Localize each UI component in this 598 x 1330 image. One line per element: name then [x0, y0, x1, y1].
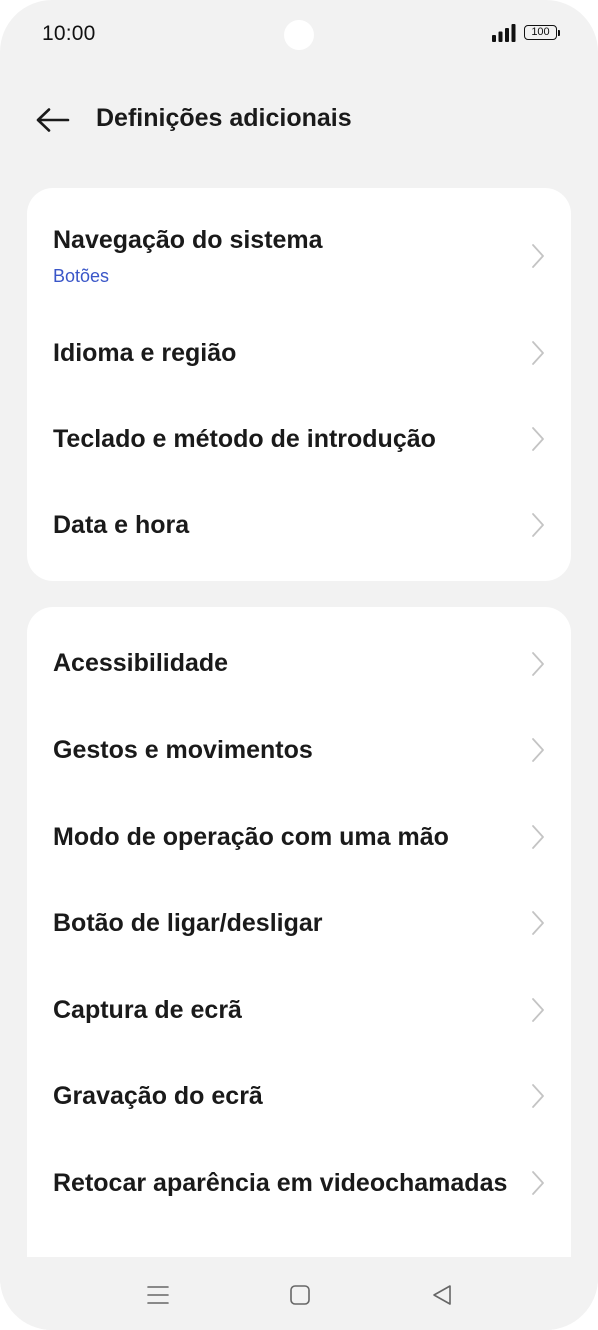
row-power-button[interactable]: Botão de ligar/desligar [27, 880, 571, 967]
back-triangle-icon [433, 1285, 451, 1305]
chevron-right-icon [532, 341, 544, 365]
row-label: Gravação do ecrã [53, 1082, 263, 1110]
battery-level: 100 [524, 25, 557, 40]
chevron-right-icon [532, 244, 544, 268]
row-one-handed-mode[interactable]: Modo de operação com uma mão [27, 794, 571, 880]
settings-group-2: Acessibilidade Gestos e movimentos Modo … [27, 607, 571, 1257]
row-label: Navegação do sistema [53, 226, 323, 254]
row-label: Data e hora [53, 511, 190, 539]
signal-icon [492, 24, 516, 42]
navigation-bar [0, 1257, 598, 1330]
back-nav-button[interactable] [424, 1277, 460, 1313]
row-label: Acessibilidade [53, 649, 229, 677]
battery-tip [558, 30, 560, 36]
chevron-right-icon [532, 825, 544, 849]
row-label: Gestos e movimentos [53, 736, 313, 764]
menu-icon [147, 1286, 169, 1304]
row-label: Botão de ligar/desligar [53, 909, 323, 937]
row-video-call-beautify[interactable]: Retocar aparência em videochamadas [27, 1140, 571, 1226]
row-label: Idioma e região [53, 339, 237, 367]
row-accessibility[interactable]: Acessibilidade [27, 621, 571, 707]
arrow-left-icon [36, 108, 70, 132]
chevron-right-icon [532, 1084, 544, 1108]
row-screen-recording[interactable]: Gravação do ecrã [27, 1053, 571, 1140]
row-label: Retocar aparência em videochamadas [53, 1169, 508, 1197]
row-label: Teclado e método de introdução [53, 425, 436, 453]
back-button[interactable] [30, 100, 76, 140]
home-button[interactable] [282, 1277, 318, 1313]
header: Definições adicionais [0, 90, 598, 150]
row-label: Captura de ecrã [53, 996, 242, 1024]
row-value: Botões [53, 266, 110, 286]
chevron-right-icon [532, 738, 544, 762]
row-screenshot[interactable]: Captura de ecrã [27, 967, 571, 1053]
row-date-time[interactable]: Data e hora [27, 486, 571, 572]
chevron-right-icon [532, 652, 544, 676]
row-label: Modo de operação com uma mão [53, 823, 449, 851]
row-system-navigation[interactable]: Navegação do sistema Botões [27, 188, 571, 313]
settings-group-1: Navegação do sistema Botões Idioma e reg… [27, 188, 571, 581]
chevron-right-icon [532, 513, 544, 537]
status-bar: 10:00 100 [0, 0, 598, 70]
status-time: 10:00 [42, 22, 96, 45]
chevron-right-icon [532, 1171, 544, 1195]
row-gestures-motions[interactable]: Gestos e movimentos [27, 707, 571, 794]
chevron-right-icon [532, 911, 544, 935]
home-icon [290, 1285, 310, 1305]
recent-apps-button[interactable] [140, 1277, 176, 1313]
row-keyboard-input[interactable]: Teclado e método de introdução [27, 399, 571, 486]
page-title: Definições adicionais [96, 104, 352, 132]
phone-screen: 10:00 100 Definições adicionais Navegaçã… [0, 0, 598, 1330]
chevron-right-icon [532, 998, 544, 1022]
row-language-region[interactable]: Idioma e região [27, 313, 571, 399]
camera-cutout [284, 20, 314, 50]
chevron-right-icon [532, 427, 544, 451]
battery-icon: 100 [524, 25, 562, 42]
